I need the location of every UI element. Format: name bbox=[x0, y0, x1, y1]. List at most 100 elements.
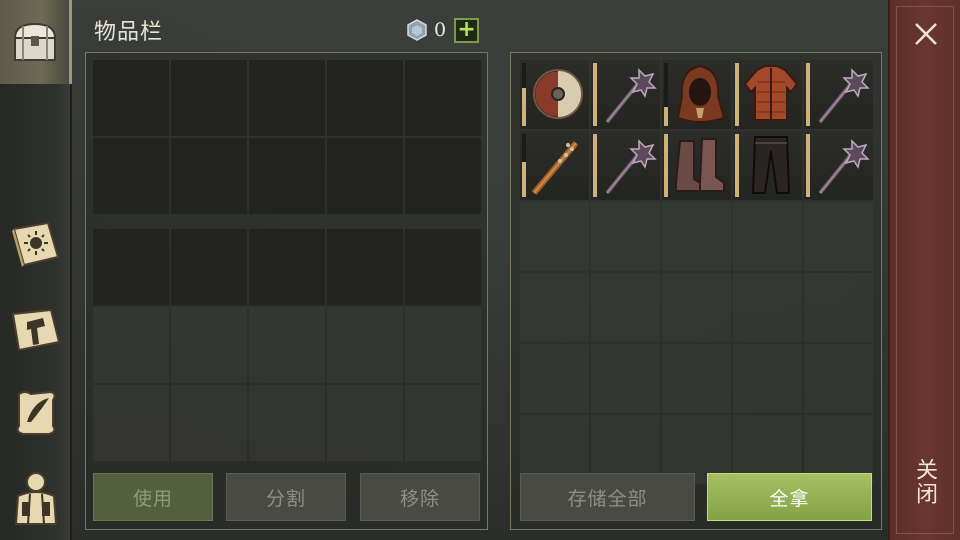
close-label[interactable]: 关闭 bbox=[912, 458, 940, 506]
inventory-slot[interactable] bbox=[93, 138, 169, 214]
tab-inventory[interactable] bbox=[0, 0, 72, 84]
store-all-button[interactable]: 存储全部 bbox=[520, 473, 695, 521]
inventory-slot[interactable] bbox=[327, 60, 403, 136]
loot-slot-empty[interactable] bbox=[733, 344, 802, 413]
loot-slot-empty[interactable] bbox=[804, 202, 873, 271]
loot-slot-spiked-mace[interactable] bbox=[591, 60, 660, 129]
durability-bar bbox=[735, 134, 739, 197]
inventory-screen: 物品栏 0 + 使用 分割 移除 存储全部 全拿 关闭 bbox=[0, 0, 960, 540]
loot-slot-empty[interactable] bbox=[591, 202, 660, 271]
inventory-slot[interactable] bbox=[171, 138, 247, 214]
round-shield-icon bbox=[532, 68, 584, 120]
durability-fill bbox=[522, 88, 526, 126]
crafting-hammer-icon bbox=[11, 308, 61, 352]
inventory-slot[interactable] bbox=[249, 138, 325, 214]
gem-icon bbox=[407, 19, 427, 41]
durability-fill bbox=[522, 162, 526, 197]
inventory-slot[interactable] bbox=[171, 385, 247, 461]
durability-bar bbox=[735, 63, 739, 126]
inventory-slot[interactable] bbox=[93, 229, 169, 305]
leather-pants-icon bbox=[751, 136, 791, 194]
quill-scroll-icon bbox=[16, 390, 56, 435]
close-panel[interactable]: 关闭 bbox=[888, 0, 960, 540]
loot-slot-empty[interactable] bbox=[591, 273, 660, 342]
inventory-slot[interactable] bbox=[405, 138, 481, 214]
loot-slot-spiked-mace[interactable] bbox=[804, 131, 873, 200]
leather-boots-icon bbox=[675, 138, 725, 192]
loot-slot-empty[interactable] bbox=[662, 273, 731, 342]
loot-slot-empty[interactable] bbox=[804, 344, 873, 413]
loot-slot-spiked-mace[interactable] bbox=[591, 131, 660, 200]
loot-slot-empty[interactable] bbox=[804, 273, 873, 342]
loot-slot-empty[interactable] bbox=[733, 273, 802, 342]
loot-slot-leather-hood[interactable] bbox=[662, 60, 731, 129]
inventory-slot[interactable] bbox=[405, 385, 481, 461]
durability-bar bbox=[593, 63, 597, 126]
loot-slot-empty[interactable] bbox=[591, 344, 660, 413]
take-all-button[interactable]: 全拿 bbox=[707, 473, 872, 521]
tab-journal[interactable] bbox=[0, 202, 72, 286]
book-sun-icon bbox=[12, 221, 60, 267]
durability-fill bbox=[593, 63, 597, 126]
spiked-mace-icon bbox=[818, 139, 870, 195]
nail-club-icon bbox=[531, 141, 579, 195]
loot-slot-empty[interactable] bbox=[662, 202, 731, 271]
durability-bar bbox=[522, 134, 526, 197]
tab-notes[interactable] bbox=[0, 370, 72, 454]
inventory-slot[interactable] bbox=[93, 60, 169, 136]
add-currency-button[interactable]: + bbox=[454, 17, 480, 43]
loot-slot-leather-boots[interactable] bbox=[662, 131, 731, 200]
left-rail bbox=[0, 0, 72, 540]
chest-icon bbox=[13, 22, 56, 61]
durability-bar bbox=[593, 134, 597, 197]
loot-slot-padded-jacket[interactable] bbox=[733, 60, 802, 129]
loot-slot-empty[interactable] bbox=[662, 344, 731, 413]
durability-bar bbox=[522, 63, 526, 126]
durability-bar bbox=[664, 134, 668, 197]
bag-grid bbox=[93, 60, 481, 214]
inventory-slot[interactable] bbox=[327, 307, 403, 383]
quick-grid bbox=[93, 229, 481, 461]
loot-slot-spiked-mace[interactable] bbox=[804, 60, 873, 129]
durability-bar bbox=[806, 63, 810, 126]
inventory-slot[interactable] bbox=[249, 385, 325, 461]
close-icon[interactable] bbox=[912, 20, 940, 48]
remove-button[interactable]: 移除 bbox=[360, 473, 480, 521]
inventory-slot[interactable] bbox=[327, 385, 403, 461]
loot-slot-empty[interactable] bbox=[520, 202, 589, 271]
loot-slot-empty[interactable] bbox=[520, 273, 589, 342]
durability-fill bbox=[735, 63, 739, 126]
durability-fill bbox=[593, 134, 597, 197]
inventory-slot[interactable] bbox=[405, 229, 481, 305]
spiked-mace-icon bbox=[605, 68, 657, 124]
split-button[interactable]: 分割 bbox=[226, 473, 346, 521]
loot-slot-round-shield[interactable] bbox=[520, 60, 589, 129]
inventory-slot[interactable] bbox=[249, 307, 325, 383]
inventory-slot[interactable] bbox=[405, 60, 481, 136]
backpack-character-icon bbox=[14, 472, 58, 525]
loot-slot-nail-club[interactable] bbox=[520, 131, 589, 200]
inventory-slot[interactable] bbox=[171, 229, 247, 305]
tab-crafting[interactable] bbox=[0, 288, 72, 372]
inventory-slot[interactable] bbox=[249, 60, 325, 136]
inventory-slot[interactable] bbox=[249, 229, 325, 305]
use-button[interactable]: 使用 bbox=[93, 473, 213, 521]
tab-character[interactable] bbox=[0, 456, 72, 540]
loot-slot-empty[interactable] bbox=[520, 344, 589, 413]
currency-value: 0 bbox=[434, 19, 447, 41]
durability-fill bbox=[806, 134, 810, 197]
inventory-slot[interactable] bbox=[171, 60, 247, 136]
inventory-slot[interactable] bbox=[93, 307, 169, 383]
currency-display: 0 + bbox=[406, 17, 480, 43]
loot-slot-leather-pants[interactable] bbox=[733, 131, 802, 200]
inventory-slot[interactable] bbox=[171, 307, 247, 383]
inventory-slot[interactable] bbox=[327, 229, 403, 305]
durability-bar bbox=[664, 63, 668, 126]
inventory-slot[interactable] bbox=[327, 138, 403, 214]
inventory-slot[interactable] bbox=[405, 307, 481, 383]
durability-fill bbox=[735, 134, 739, 197]
spiked-mace-icon bbox=[818, 68, 870, 124]
leather-hood-icon bbox=[676, 64, 726, 123]
inventory-slot[interactable] bbox=[93, 385, 169, 461]
loot-slot-empty[interactable] bbox=[733, 202, 802, 271]
